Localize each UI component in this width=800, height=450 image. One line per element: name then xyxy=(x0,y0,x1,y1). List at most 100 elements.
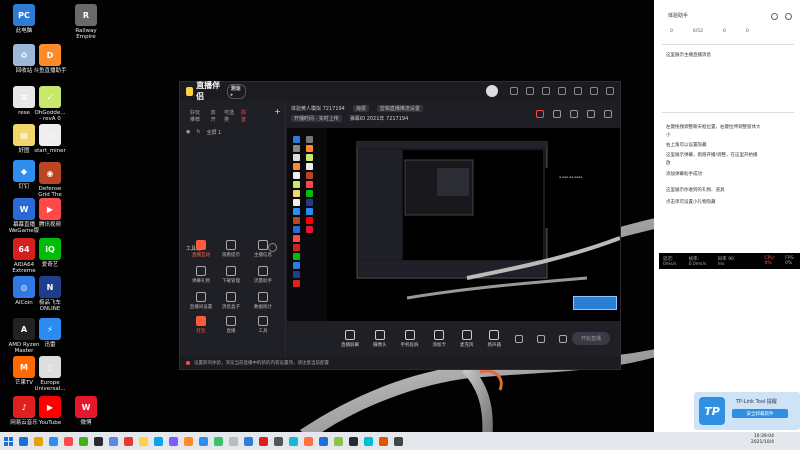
taskbar-app-icon[interactable] xyxy=(364,436,373,446)
stream-preview[interactable]: ▪ ▪▪▪ ▪▪ ▪▪▪▪ xyxy=(287,128,621,321)
speed-test-badge[interactable]: 测速 ▸ xyxy=(226,83,247,99)
toolbox-item[interactable]: 数据统计 xyxy=(250,292,276,310)
toolbox-item[interactable]: 直播互动 xyxy=(188,240,214,258)
system-clock[interactable]: 10:39:04 2021/10/4 xyxy=(751,434,774,446)
record-icon[interactable] xyxy=(515,335,523,343)
taskbar-app-icon[interactable] xyxy=(139,436,148,446)
taskbar-app-icon[interactable] xyxy=(49,436,58,446)
taskbar-app-icon[interactable] xyxy=(34,436,43,446)
lock-icon[interactable] xyxy=(553,110,561,118)
taskbar-app-icon[interactable] xyxy=(79,436,88,446)
safe-remove-button[interactable]: 安全卸载软件 xyxy=(732,409,788,418)
eye-icon[interactable]: ◉ xyxy=(186,129,190,136)
taskbar-app-icon[interactable] xyxy=(229,436,238,446)
chat-close-icon[interactable] xyxy=(785,13,792,20)
toolbox-item[interactable]: 观看提示 xyxy=(218,240,244,258)
toolbox-item[interactable]: 消息盒子 xyxy=(218,292,244,310)
start-live-button[interactable]: 开始直播 xyxy=(572,332,610,345)
desktop-icon[interactable]: D 斗鱼直播助手 xyxy=(30,44,70,74)
desktop-icon[interactable]: ▶ YouTube xyxy=(30,396,70,426)
layout-icon[interactable] xyxy=(537,335,545,343)
toolbox-item[interactable]: 直播间设置 xyxy=(188,292,214,310)
tplink-notification[interactable]: TP TP-Link Tool 提醒 安全卸载软件 xyxy=(694,392,800,430)
message-icon[interactable] xyxy=(510,87,518,95)
poster-tag[interactable]: 海报 xyxy=(352,105,369,112)
app-logo: 直播伴侣 测速 ▸ xyxy=(186,80,247,102)
maximize-icon[interactable] xyxy=(590,87,598,95)
bell-icon[interactable] xyxy=(587,110,595,118)
add-scene-button[interactable]: + xyxy=(274,108,281,123)
tab-douyin[interactable]: 抖音 xyxy=(241,109,248,123)
refresh-icon[interactable]: ↻ xyxy=(196,129,200,136)
taskbar-app-icon[interactable] xyxy=(109,436,118,446)
toolbox-item[interactable]: 工具 xyxy=(250,316,276,334)
user-avatar[interactable] xyxy=(486,85,498,97)
screen-capture-button[interactable]: 直播屏幕 xyxy=(341,330,359,348)
desktop-icon[interactable]: ✓ OhGodde... - revA 0 xyxy=(30,86,70,122)
settings-icon[interactable] xyxy=(526,87,534,95)
close-icon[interactable] xyxy=(606,87,614,95)
taskbar-app-icon[interactable] xyxy=(304,436,313,446)
taskbar-app-icon[interactable] xyxy=(199,436,208,446)
taskbar-app-icon[interactable] xyxy=(334,436,343,446)
taskbar-app-icon[interactable] xyxy=(244,436,253,446)
taskbar-app-icon[interactable] xyxy=(124,436,133,446)
tab-recommend[interactable]: 好玩推荐 xyxy=(190,109,205,123)
app-icon: iQ xyxy=(39,238,61,260)
stat-likes: 0 xyxy=(670,29,673,34)
taskbar-app-icon[interactable] xyxy=(379,436,388,446)
taskbar-app-icon[interactable] xyxy=(349,436,358,446)
start-button[interactable] xyxy=(0,432,16,450)
app-titlebar[interactable]: 直播伴侣 测速 ▸ xyxy=(180,80,620,102)
menu-icon[interactable] xyxy=(558,87,566,95)
stream-settings-tag[interactable]: 剪辑直播推流设置 xyxy=(376,105,423,112)
taskbar-app-icon[interactable] xyxy=(289,436,298,446)
microphone-button[interactable]: 麦克风 xyxy=(460,330,474,348)
toolbox-item[interactable]: 主播信息 xyxy=(250,240,276,258)
taskbar-app-icon[interactable] xyxy=(259,436,268,446)
desktop-icon[interactable]: PC 此电脑 xyxy=(4,4,44,34)
taskbar-app-icon[interactable] xyxy=(184,436,193,446)
desktop-icon[interactable]: ⚡ 迅雷 xyxy=(30,318,70,348)
tab-dual[interactable]: 双开 xyxy=(211,109,218,123)
chat-overlay[interactable]: 体验助手 0 6/52 0 0 这里展示主播直播消息 左键拖拽调整聊天框位置，右… xyxy=(654,0,800,432)
taskbar-app-icon[interactable] xyxy=(169,436,178,446)
add-source-button[interactable]: 添加卡 xyxy=(433,330,446,348)
taskbar-app-icon[interactable] xyxy=(19,436,28,446)
desktop-icon[interactable]: N 极品飞车 ONLINE xyxy=(30,276,70,312)
gear-icon[interactable] xyxy=(559,335,567,343)
chat-settings-icon[interactable] xyxy=(771,13,778,20)
share-popup[interactable] xyxy=(573,296,617,310)
desktop-icon[interactable]: ◉ Defense Grid The xyxy=(30,162,70,198)
toolbox-item[interactable]: 弹幕礼物 xyxy=(188,266,214,284)
microphone-icon xyxy=(461,330,472,340)
taskbar-app-icon[interactable] xyxy=(154,436,163,446)
speaker-button[interactable]: 扬声器 xyxy=(488,330,501,348)
share-icon[interactable] xyxy=(604,110,612,118)
taskbar-app-icon[interactable] xyxy=(94,436,103,446)
phone-cast-button[interactable]: 手机投屏 xyxy=(401,330,419,348)
desktop-icon[interactable]: W 微博 xyxy=(66,396,106,426)
skin-icon[interactable] xyxy=(542,87,550,95)
toolbox-item[interactable]: 直播 xyxy=(218,316,244,334)
taskbar-app-icon[interactable] xyxy=(64,436,73,446)
minimize-icon[interactable] xyxy=(574,87,582,95)
taskbar-app-icon[interactable] xyxy=(394,436,403,446)
desktop-icon[interactable]: iQ 爱奇艺 xyxy=(30,238,70,268)
taskbar-app-icon[interactable] xyxy=(274,436,283,446)
toolbox-item[interactable]: 流量助手 xyxy=(250,266,276,284)
toolbox-item[interactable]: 红包 xyxy=(188,316,214,334)
data-icon[interactable] xyxy=(570,110,578,118)
desktop-icon[interactable]: ▯ Europe Universal... xyxy=(30,356,70,392)
taskbar-app-icon[interactable] xyxy=(319,436,328,446)
desktop-icon[interactable]: ▶ 腾讯视频 xyxy=(30,198,70,228)
scene-name[interactable]: 全屏 1 xyxy=(207,129,222,136)
gift-icon[interactable] xyxy=(536,110,544,118)
desktop-icon[interactable]: ▭ start_miner xyxy=(30,124,70,154)
live-companion-window[interactable]: 直播伴侣 测速 ▸ 好玩推荐 双开 可选类 抖音 + ◉ ↻ 全屏 1 工具箱 … xyxy=(179,81,621,370)
desktop-icon[interactable]: R Railway Empire xyxy=(66,4,106,40)
camera-button[interactable]: 摄像头 xyxy=(373,330,387,348)
tab-optional[interactable]: 可选类 xyxy=(224,109,235,123)
toolbox-item[interactable]: 下载管理 xyxy=(218,266,244,284)
taskbar-app-icon[interactable] xyxy=(214,436,223,446)
